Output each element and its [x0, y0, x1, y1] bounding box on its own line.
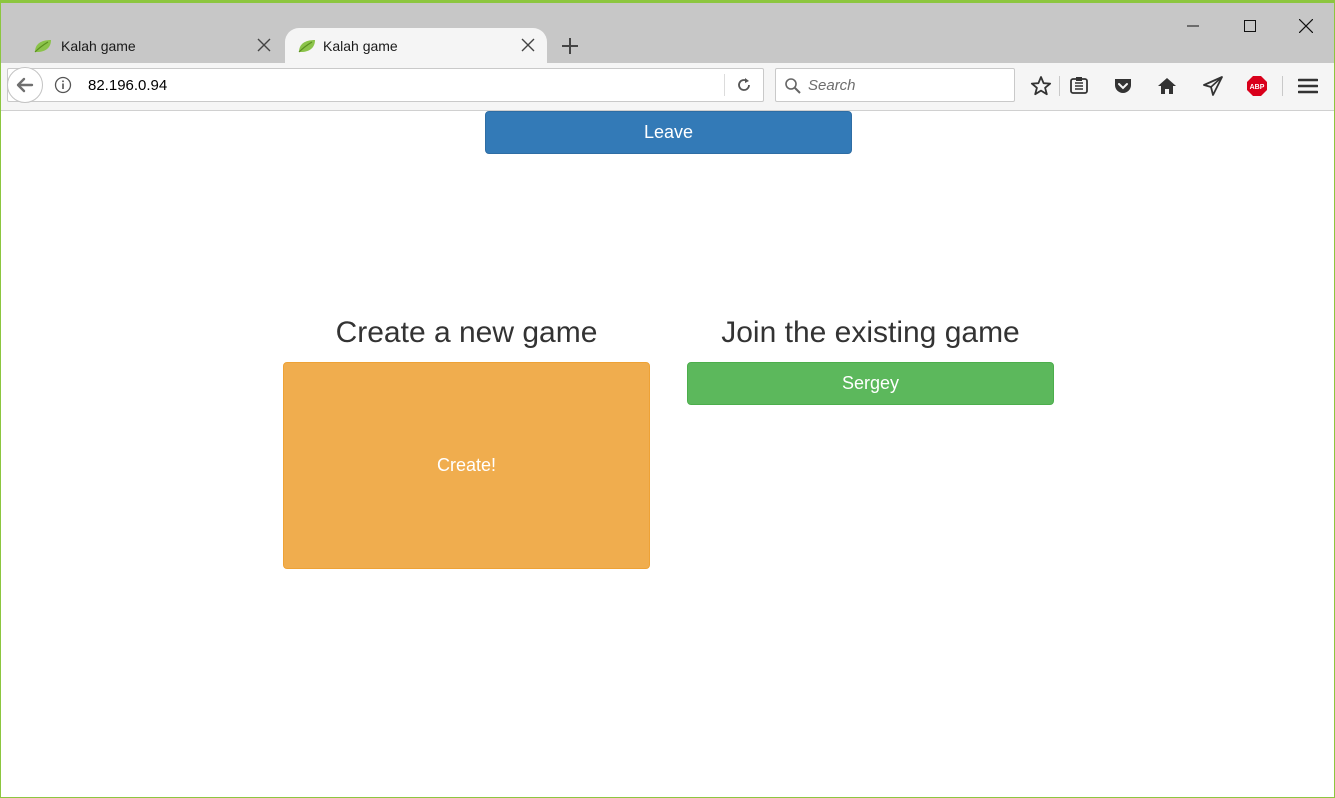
- back-arrow-icon: [16, 77, 34, 93]
- minimize-button[interactable]: [1170, 11, 1216, 41]
- tab-title: Kalah game: [323, 38, 398, 54]
- tab-kalah-game-2[interactable]: Kalah game: [285, 28, 547, 63]
- divider: [724, 74, 725, 96]
- close-tab-icon[interactable]: [519, 36, 537, 54]
- new-tab-button[interactable]: [557, 33, 583, 59]
- address-bar[interactable]: 82.196.0.94: [7, 67, 764, 103]
- close-icon: [1299, 19, 1313, 33]
- maximize-icon: [1244, 20, 1256, 32]
- navigation-toolbar: 82.196.0.94 Search ABP: [1, 63, 1334, 111]
- home-icon[interactable]: [1155, 74, 1179, 98]
- site-info-icon[interactable]: [54, 76, 72, 94]
- join-game-heading: Join the existing game: [721, 316, 1020, 349]
- tab-strip: Kalah game Kalah game: [1, 3, 1334, 63]
- star-icon[interactable]: [1029, 74, 1053, 98]
- close-tab-icon[interactable]: [255, 36, 273, 54]
- minimize-icon: [1187, 25, 1199, 27]
- maximize-button[interactable]: [1227, 11, 1273, 41]
- leaf-favicon-icon: [297, 38, 317, 54]
- url-text[interactable]: 82.196.0.94: [88, 77, 167, 94]
- create-game-heading: Create a new game: [335, 316, 598, 349]
- toolbar-divider: [1282, 76, 1283, 96]
- tab-kalah-game-1[interactable]: Kalah game: [1, 28, 283, 63]
- send-icon[interactable]: [1201, 74, 1225, 98]
- create-game-button[interactable]: Create!: [283, 362, 650, 569]
- join-game-button[interactable]: Sergey: [687, 362, 1054, 405]
- search-placeholder: Search: [808, 77, 856, 94]
- leaf-favicon-icon: [33, 38, 53, 54]
- browser-window: Kalah game Kalah game 82.196.0.94 Search…: [0, 0, 1335, 798]
- toolbar-divider: [1059, 76, 1060, 96]
- search-bar[interactable]: Search: [775, 68, 1015, 102]
- leave-button[interactable]: Leave: [485, 111, 852, 154]
- menu-icon[interactable]: [1296, 74, 1320, 98]
- adblock-badge-text: ABP: [1250, 84, 1265, 91]
- reading-list-icon[interactable]: [1067, 74, 1091, 98]
- adblock-icon[interactable]: ABP: [1245, 74, 1269, 98]
- close-window-button[interactable]: [1283, 11, 1329, 41]
- back-button[interactable]: [7, 67, 43, 103]
- plus-icon: [562, 38, 578, 54]
- reload-icon[interactable]: [735, 76, 753, 94]
- tab-title: Kalah game: [61, 38, 136, 54]
- search-icon: [784, 77, 802, 95]
- pocket-icon[interactable]: [1111, 74, 1135, 98]
